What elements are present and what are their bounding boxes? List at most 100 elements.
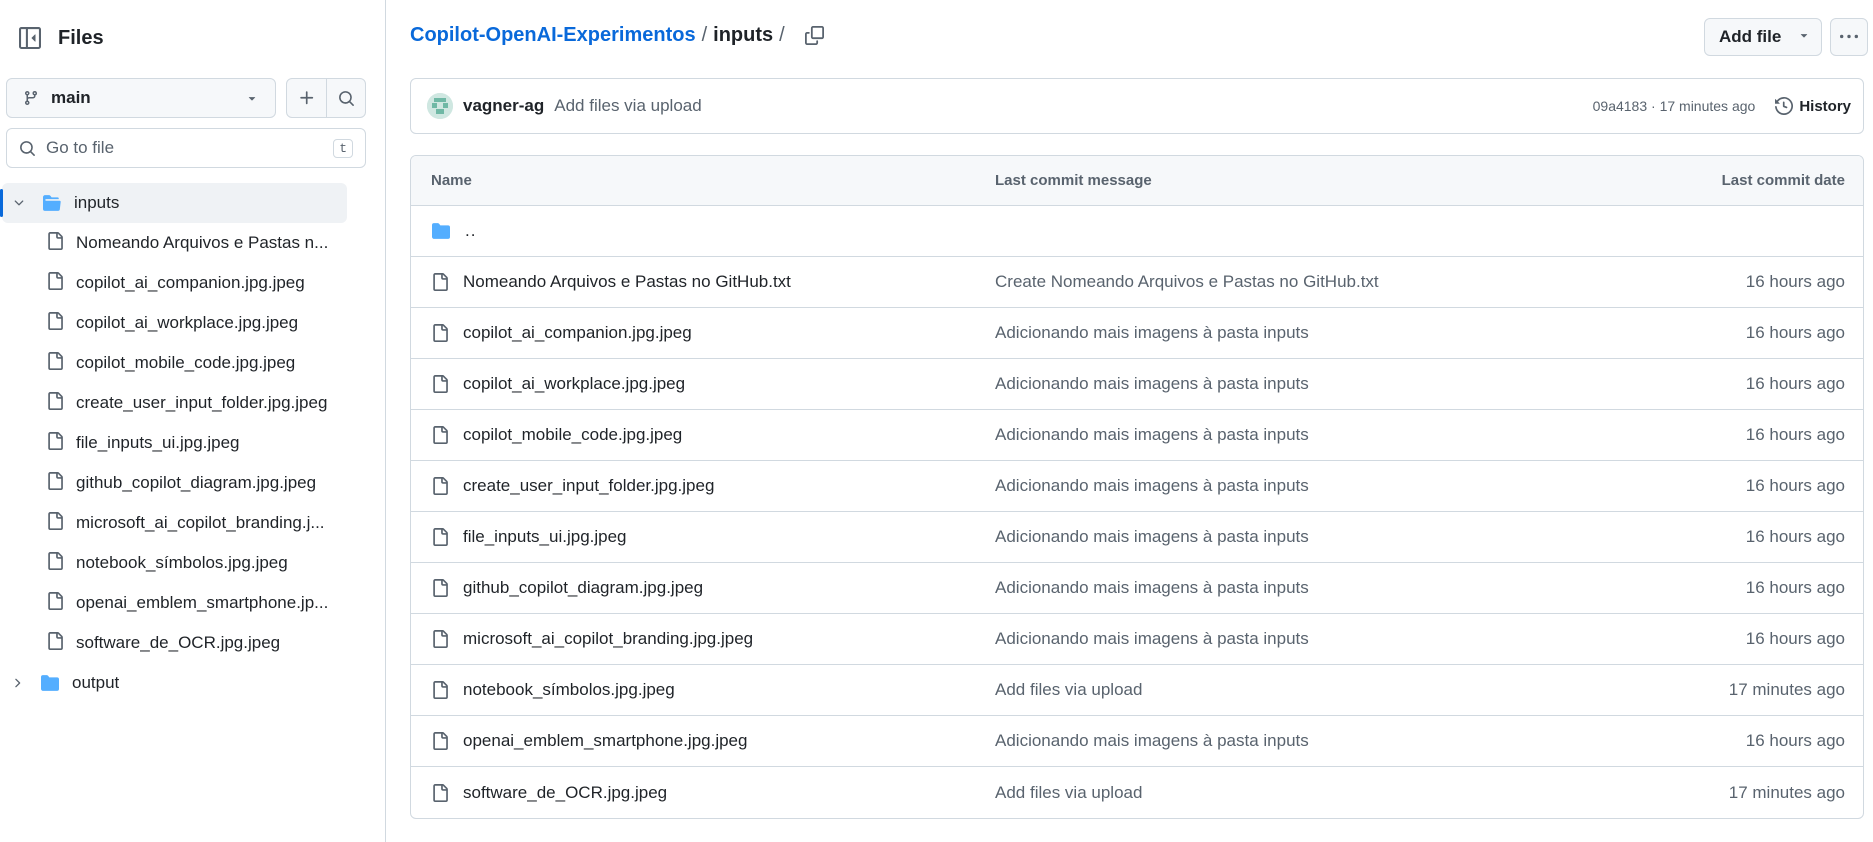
file-icon — [46, 391, 64, 415]
file-name-cell: notebook_símbolos.jpg.jpeg — [411, 680, 995, 700]
file-icon — [431, 477, 449, 495]
tree-folder-inputs[interactable]: inputs — [0, 183, 347, 223]
file-name-link[interactable]: Nomeando Arquivos e Pastas no GitHub.txt — [463, 272, 791, 292]
go-to-file-field[interactable]: t — [6, 128, 366, 168]
commit-meta[interactable]: 09a4183 · 17 minutes ago — [1593, 98, 1756, 114]
column-header-name: Name — [431, 172, 472, 189]
tree-folder-label: output — [72, 673, 120, 692]
file-name-link[interactable]: copilot_ai_workplace.jpg.jpeg — [463, 374, 685, 394]
shortcut-key: t — [333, 138, 353, 158]
file-icon — [46, 591, 64, 615]
tree-file-label: software_de_OCR.jpg.jpeg — [76, 633, 281, 652]
more-options-button[interactable] — [1830, 18, 1868, 56]
column-header-message: Last commit message — [995, 172, 1152, 189]
file-name-link[interactable]: copilot_mobile_code.jpg.jpeg — [463, 425, 682, 445]
go-to-file-input[interactable] — [46, 138, 334, 158]
sidebar-header: Files — [12, 20, 104, 56]
file-name-link[interactable]: copilot_ai_companion.jpg.jpeg — [463, 323, 692, 343]
table-row[interactable]: Nomeando Arquivos e Pastas no GitHub.txt… — [411, 257, 1863, 308]
table-row[interactable]: microsoft_ai_copilot_branding.jpg.jpeg Ad… — [411, 614, 1863, 665]
search-files-button[interactable] — [326, 79, 365, 117]
commit-message-link[interactable]: Create Nomeando Arquivos e Pastas no Git… — [995, 272, 1645, 292]
commit-message-link[interactable]: Add files via upload — [995, 783, 1645, 803]
tree-file-item[interactable]: copilot_mobile_code.jpg.jpeg — [0, 343, 386, 383]
tree-file-item[interactable]: notebook_símbolos.jpg.jpeg — [0, 543, 386, 583]
table-row[interactable]: copilot_mobile_code.jpg.jpeg Adicionando … — [411, 410, 1863, 461]
collapse-sidebar-button[interactable] — [12, 20, 48, 56]
tree-file-item[interactable]: file_inputs_ui.jpg.jpeg — [0, 423, 386, 463]
commit-message-link[interactable]: Add files via upload — [995, 680, 1645, 700]
add-file-button[interactable] — [287, 79, 326, 117]
file-name-link[interactable]: openai_emblem_smartphone.jpg.jpeg — [463, 731, 747, 751]
table-header: Name Last commit message Last commit dat… — [411, 156, 1863, 206]
file-icon — [46, 631, 64, 655]
file-name-cell: copilot_ai_companion.jpg.jpeg — [411, 323, 995, 343]
commit-message-link[interactable]: Adicionando mais imagens à pasta inputs — [995, 374, 1645, 394]
parent-directory-row[interactable]: .. — [411, 206, 1863, 257]
table-row[interactable]: github_copilot_diagram.jpg.jpeg Adicionan… — [411, 563, 1863, 614]
commit-date: 17 minutes ago — [1728, 782, 1845, 802]
history-button[interactable]: History — [1775, 97, 1851, 115]
commit-message-link[interactable]: Adicionando mais imagens à pasta inputs — [995, 629, 1645, 649]
tree-file-label: github_copilot_diagram.jpg.jpeg — [76, 473, 317, 492]
tree-file-item[interactable]: openai_emblem_smartphone.jp... — [0, 583, 386, 623]
table-row[interactable]: create_user_input_folder.jpg.jpeg Adicion… — [411, 461, 1863, 512]
file-name-cell: create_user_input_folder.jpg.jpeg — [411, 476, 995, 496]
file-icon — [46, 351, 64, 375]
tree-file-item[interactable]: copilot_ai_companion.jpg.jpeg — [0, 263, 386, 303]
tree-file-item[interactable]: Nomeando Arquivos e Pastas n... — [0, 223, 386, 263]
commit-message-link[interactable]: Adicionando mais imagens à pasta inputs — [995, 476, 1645, 496]
parent-directory-link[interactable]: .. — [465, 221, 476, 241]
tree-file-item[interactable]: create_user_input_folder.jpg.jpeg — [0, 383, 386, 423]
chevron-down-icon — [10, 196, 28, 210]
folder-open-icon — [42, 194, 62, 212]
latest-commit-bar: vagner-ag Add files via upload 09a4183 ·… — [410, 78, 1864, 134]
commit-message-link[interactable]: Adicionando mais imagens à pasta inputs — [995, 731, 1645, 751]
file-name-link[interactable]: file_inputs_ui.jpg.jpeg — [463, 527, 627, 547]
commit-date: 17 minutes ago — [1728, 680, 1845, 699]
breadcrumb-repo-link[interactable]: Copilot-OpenAI-Experimentos — [410, 24, 696, 47]
avatar[interactable] — [427, 93, 453, 119]
tree-folder-output[interactable]: output — [0, 663, 386, 703]
file-name-link[interactable]: github_copilot_diagram.jpg.jpeg — [463, 578, 703, 598]
commit-date: 16 hours ago — [1745, 476, 1845, 495]
commit-date: 16 hours ago — [1745, 629, 1845, 648]
history-icon — [1775, 97, 1794, 115]
tree-file-label: file_inputs_ui.jpg.jpeg — [76, 433, 240, 452]
copy-path-icon[interactable] — [804, 26, 824, 45]
commit-message-link[interactable]: Adicionando mais imagens à pasta inputs — [995, 527, 1645, 547]
add-file-dropdown-button[interactable]: Add file — [1704, 18, 1822, 56]
file-icon — [431, 273, 449, 291]
table-row[interactable]: software_de_OCR.jpg.jpeg Add files via up… — [411, 767, 1863, 818]
table-row[interactable]: file_inputs_ui.jpg.jpeg Adicionando mais … — [411, 512, 1863, 563]
file-name-link[interactable]: microsoft_ai_copilot_branding.jpg.jpeg — [463, 629, 753, 649]
file-icon — [431, 681, 449, 699]
commit-date: 16 hours ago — [1745, 578, 1845, 597]
commit-message[interactable]: Add files via upload — [554, 96, 701, 116]
file-icon — [431, 630, 449, 648]
commit-message-link[interactable]: Adicionando mais imagens à pasta inputs — [995, 425, 1645, 445]
file-name-link[interactable]: software_de_OCR.jpg.jpeg — [463, 783, 667, 803]
file-name-link[interactable]: notebook_símbolos.jpg.jpeg — [463, 680, 675, 700]
file-icon — [46, 231, 64, 255]
file-icon — [431, 426, 449, 444]
commit-message-link[interactable]: Adicionando mais imagens à pasta inputs — [995, 578, 1645, 598]
table-row[interactable]: openai_emblem_smartphone.jpg.jpeg Adicion… — [411, 716, 1863, 767]
commit-message-link[interactable]: Adicionando mais imagens à pasta inputs — [995, 323, 1645, 343]
tree-file-item[interactable]: github_copilot_diagram.jpg.jpeg — [0, 463, 386, 503]
commit-author[interactable]: vagner-ag — [463, 96, 544, 116]
file-icon — [431, 324, 449, 342]
column-header-date: Last commit date — [1721, 172, 1845, 189]
file-name-link[interactable]: create_user_input_folder.jpg.jpeg — [463, 476, 714, 496]
file-icon — [431, 732, 449, 750]
tree-file-item[interactable]: microsoft_ai_copilot_branding.j... — [0, 503, 386, 543]
file-table: Name Last commit message Last commit dat… — [410, 155, 1864, 819]
table-row[interactable]: copilot_ai_workplace.jpg.jpeg Adicionando… — [411, 359, 1863, 410]
tree-file-item[interactable]: copilot_ai_workplace.jpg.jpeg — [0, 303, 386, 343]
table-row[interactable]: copilot_ai_companion.jpg.jpeg Adicionando… — [411, 308, 1863, 359]
file-name-cell: copilot_ai_workplace.jpg.jpeg — [411, 374, 995, 394]
triangle-down-icon — [1797, 27, 1811, 47]
tree-file-item[interactable]: software_de_OCR.jpg.jpeg — [0, 623, 386, 663]
branch-selector-button[interactable]: main — [6, 78, 276, 118]
table-row[interactable]: notebook_símbolos.jpg.jpeg Add files via … — [411, 665, 1863, 716]
